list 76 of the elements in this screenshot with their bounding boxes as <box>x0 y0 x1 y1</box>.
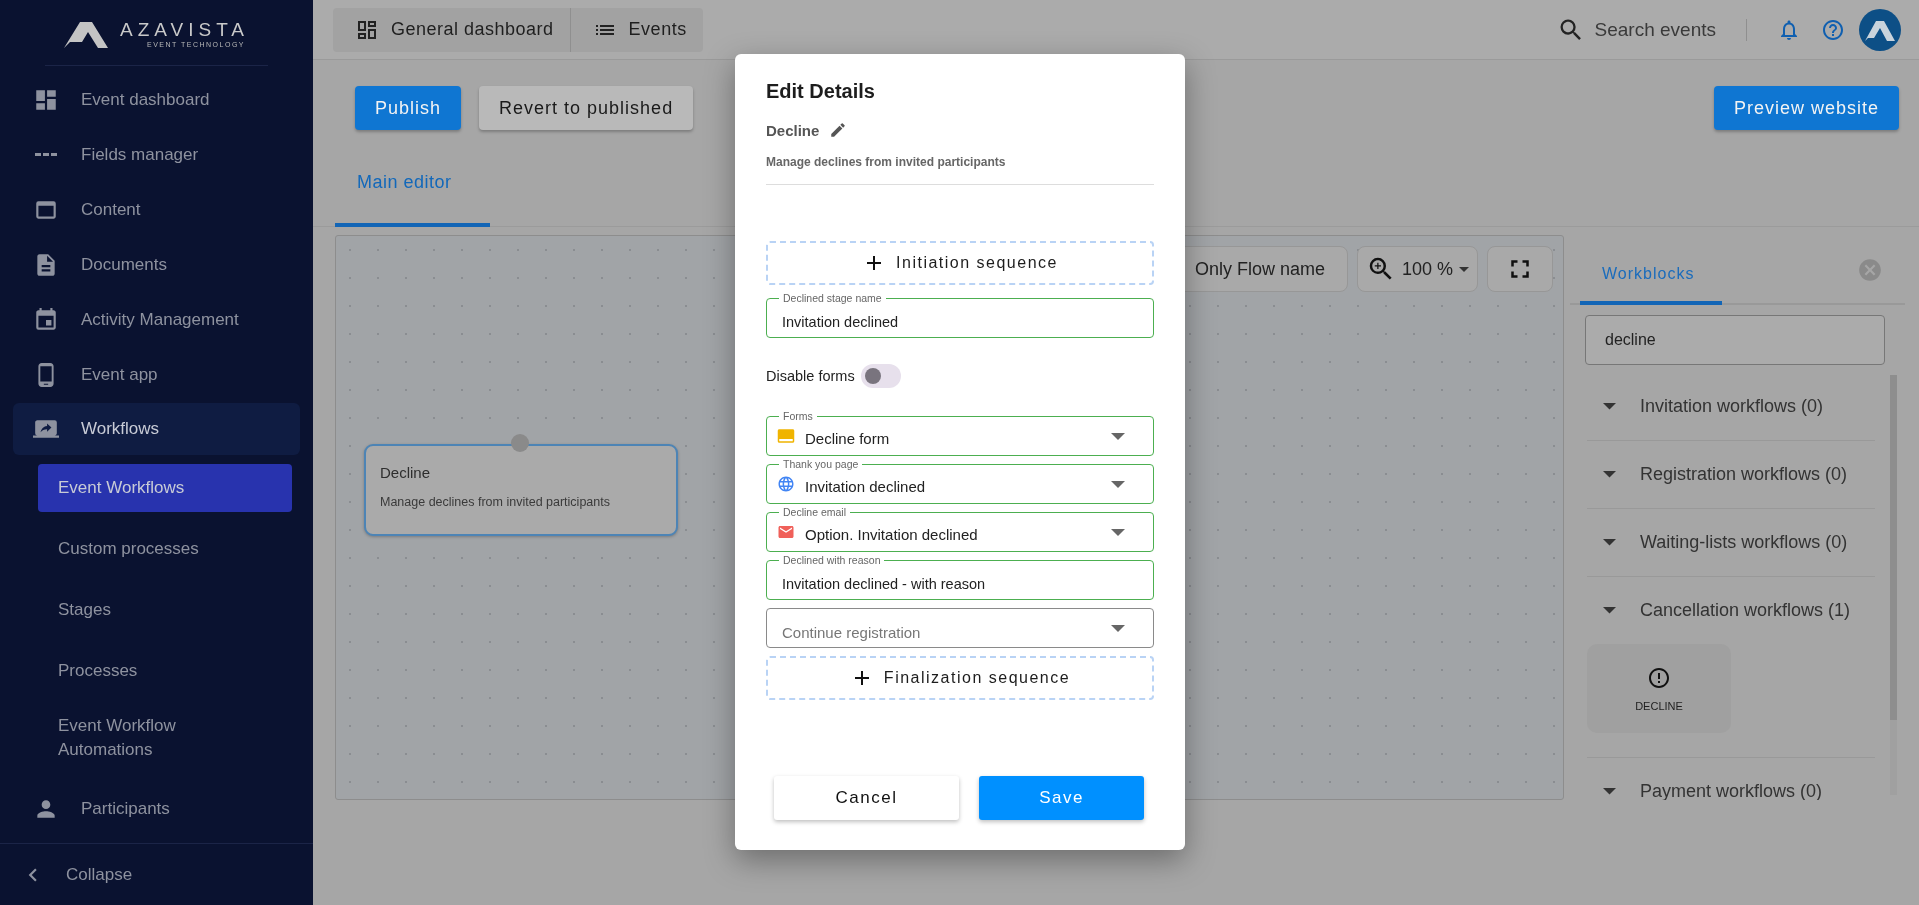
dropdown-icon <box>1111 528 1125 536</box>
section-header[interactable]: Cancellation workflows (1) <box>1587 577 1875 644</box>
sidebar-item[interactable]: Participants <box>13 781 300 836</box>
section-title: Payment workflows (0) <box>1640 781 1823 800</box>
sidebar-item[interactable]: Content <box>13 182 300 237</box>
search-field[interactable]: decline <box>1585 315 1885 365</box>
logo-name: AZAVISTA <box>119 20 249 40</box>
workflow-name: Decline <box>766 121 820 139</box>
select-field[interactable]: Continue registration <box>766 608 1154 648</box>
add-sequence-button[interactable]: Finalization sequence <box>766 656 1154 700</box>
globe-icon <box>777 475 795 493</box>
fullscreen-button[interactable] <box>1487 246 1553 292</box>
nav-button[interactable]: General dashboard <box>333 7 570 52</box>
scrollbar[interactable] <box>1890 375 1897 795</box>
field-value: Option. Invitation declined <box>805 524 979 543</box>
workflow-description: Manage declines from invited participants <box>766 155 1154 185</box>
logo-icon <box>63 21 110 48</box>
sidebar-subitem[interactable]: Custom processes <box>38 525 292 573</box>
dialog-title: Edit Details <box>766 80 876 103</box>
field-value: Invitation declined <box>805 476 927 495</box>
dropdown-icon <box>1111 432 1125 440</box>
field-placeholder: Continue registration <box>781 622 922 641</box>
calendar-icon <box>33 306 59 333</box>
field-value: Decline form <box>805 428 891 447</box>
sidebar-subitem[interactable]: Event Workflow Automations <box>38 708 292 768</box>
field-value: Invitation declined - with reason <box>781 575 987 592</box>
toggle-label: Disable forms <box>766 368 855 384</box>
sidebar-subitem[interactable]: Stages <box>38 586 292 634</box>
avatar[interactable] <box>1859 8 1901 51</box>
section-title: Cancellation workflows (1) <box>1640 600 1851 621</box>
zoom-control[interactable]: 100 % <box>1356 246 1478 292</box>
workblock-label: DECLINE <box>1635 699 1683 712</box>
toggle-switch[interactable] <box>860 364 901 388</box>
dashes-icon <box>33 153 59 156</box>
sidebar-item[interactable]: Documents <box>13 237 300 292</box>
search-button[interactable]: Search events <box>1594 18 1716 41</box>
section-header[interactable]: Waiting-lists workflows (0) <box>1587 509 1875 576</box>
save-button[interactable]: Save <box>979 776 1144 820</box>
help-icon <box>1821 17 1845 42</box>
field-label: Decline email <box>779 506 851 518</box>
cancel-button[interactable]: Cancel <box>774 776 959 820</box>
preview-website-button[interactable]: Preview website <box>1713 86 1899 130</box>
close-icon <box>1857 257 1883 283</box>
section-title: Waiting-lists workflows (0) <box>1640 532 1848 553</box>
card-icon <box>777 427 795 445</box>
add-sequence-button[interactable]: Initiation sequence <box>766 241 1154 285</box>
node-title: Decline <box>380 464 432 481</box>
section-header[interactable]: Invitation workflows (0) <box>1587 373 1875 440</box>
publish-button[interactable]: Publish <box>355 86 462 130</box>
field-label: Forms <box>779 410 817 422</box>
field-label: Thank you page <box>779 458 863 470</box>
revert-button[interactable]: Revert to published <box>479 86 694 130</box>
field-label: Declined stage name <box>779 292 886 304</box>
dropdown-icon <box>1111 624 1125 632</box>
connector-dot[interactable] <box>511 434 529 452</box>
mail-icon <box>777 523 795 541</box>
sidebar-item[interactable]: Event dashboard <box>13 72 300 127</box>
section-title: Invitation workflows (0) <box>1640 396 1824 417</box>
section-title: Registration workflows (0) <box>1640 464 1848 485</box>
section-header[interactable]: Registration workflows (0) <box>1587 441 1875 508</box>
section-header[interactable]: Payment workflows (0) <box>1587 758 1875 800</box>
field-label: Declined with reason <box>779 554 885 566</box>
workblock-card[interactable]: DECLINE <box>1587 644 1731 733</box>
dropdown-icon <box>1459 266 1469 272</box>
sidebar-subitem[interactable]: Event Workflows <box>38 464 292 512</box>
pencil-icon <box>829 121 848 139</box>
workflow-node[interactable]: Decline Manage declines from invited participants <box>364 444 678 536</box>
sidebar-item[interactable]: Event app <box>13 347 300 402</box>
sidebar-subitem[interactable]: Processes <box>38 647 292 695</box>
sidebar-item[interactable]: Workflows <box>13 403 300 455</box>
field-value: Invitation declined <box>781 313 900 330</box>
sidebar-item[interactable]: Activity Management <box>13 292 300 347</box>
nav-button[interactable]: Events <box>569 7 703 52</box>
dropdown-icon <box>1111 480 1125 488</box>
node-description: Manage declines from invited participants <box>380 495 611 509</box>
sidebar-item[interactable]: Fields manager <box>13 127 300 182</box>
